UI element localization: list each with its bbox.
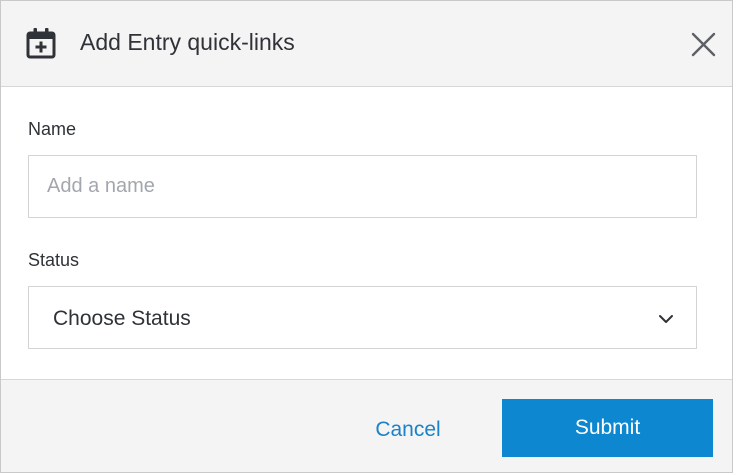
- status-select[interactable]: Choose Status: [28, 286, 697, 349]
- name-input[interactable]: [28, 155, 697, 218]
- status-label: Status: [28, 250, 80, 270]
- name-label: Name: [28, 119, 77, 139]
- close-icon[interactable]: [687, 29, 719, 61]
- cancel-button[interactable]: Cancel: [353, 410, 463, 450]
- calendar-plus-icon: [26, 28, 56, 59]
- add-entry-dialog: Add Entry quick-links Name Status Choose…: [0, 0, 733, 473]
- status-select-value: Choose Status: [53, 307, 191, 330]
- dialog-title: Add Entry quick-links: [80, 29, 295, 55]
- chevron-down-icon: [659, 315, 673, 323]
- dialog-header: Add Entry quick-links: [1, 1, 732, 87]
- submit-button[interactable]: Submit: [502, 399, 713, 457]
- dialog-footer: Cancel Submit: [1, 379, 732, 472]
